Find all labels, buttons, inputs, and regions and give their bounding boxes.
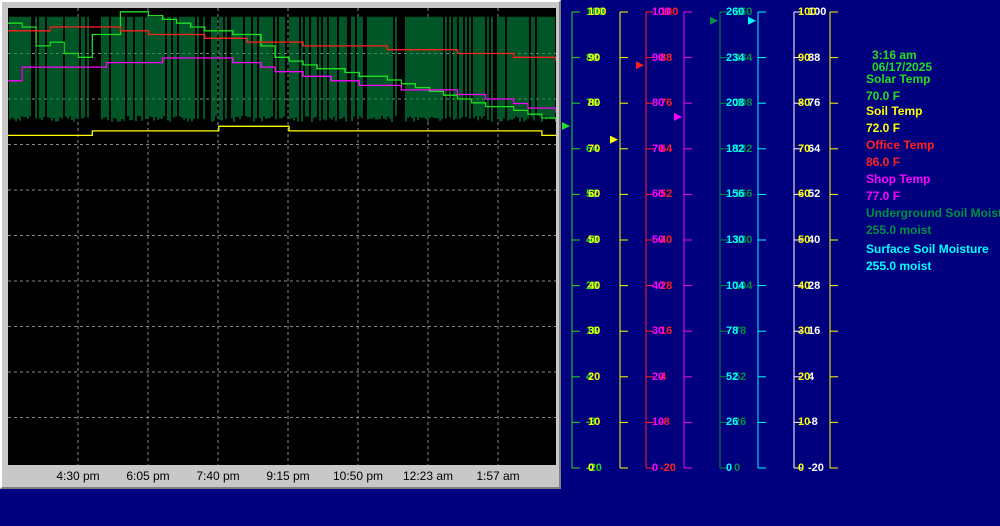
- y-tick-label: 30: [588, 325, 601, 338]
- readout-label: Underground Soil Moisture: [866, 206, 1000, 220]
- y-tick-label: 80: [652, 97, 665, 110]
- y-tick-label: 20: [798, 370, 811, 383]
- y-tick-label: 182: [726, 142, 745, 155]
- y-tick-label: 100: [588, 6, 607, 18]
- readout-label: Surface Soil Moisture: [866, 242, 989, 256]
- y-tick-label: -20: [660, 462, 676, 474]
- x-tick-label: 12:23 am: [402, 469, 454, 483]
- y-tick-label: 40: [652, 279, 665, 292]
- x-axis-labels: 4:30 pm 6:05 pm 7:40 pm 9:15 pm 10:50 pm 12:2…: [8, 465, 556, 487]
- y-tick-label: 260: [726, 6, 745, 18]
- y-tick-label: 60: [652, 188, 665, 201]
- y-tick-label: 0: [734, 462, 741, 474]
- y-tick-label: 78: [726, 325, 739, 338]
- y-tick-label: 52: [726, 370, 739, 383]
- y-tick-label: 0: [652, 462, 659, 474]
- current-value-marker: [562, 122, 570, 130]
- y-tick-label: 50: [588, 234, 601, 246]
- current-value-marker: [710, 16, 718, 25]
- chart-frame: 4:30 pm 6:05 pm 7:40 pm 9:15 pm 10:50 pm 12:2…: [0, 0, 561, 489]
- y-tick-label: 20: [588, 370, 601, 383]
- y-tick-label: 70: [588, 142, 601, 155]
- y-tick-label: 90: [652, 51, 665, 64]
- x-tick-label: 4:30 pm: [56, 469, 100, 483]
- y-tick-label: 100: [652, 6, 671, 18]
- y-tick-label: 0: [726, 462, 733, 474]
- readout-value: 72.0 F: [866, 121, 901, 135]
- y-tick-label: 90: [798, 51, 811, 64]
- readout-value: 255.0 moist: [866, 259, 932, 273]
- y-tick-label: 80: [588, 97, 601, 110]
- y-tick-label: -20: [808, 462, 824, 474]
- x-tick-label: 7:40 pm: [196, 469, 240, 483]
- plot-area: [8, 8, 556, 465]
- y-tick-label: 70: [798, 142, 811, 155]
- y-tick-label: 80: [798, 97, 811, 110]
- y-tick-label: 40: [588, 279, 601, 292]
- y-tick-label: 60: [588, 188, 601, 201]
- x-tick-label: 1:57 am: [476, 469, 520, 483]
- readout-label: Office Temp: [866, 138, 935, 152]
- y-tick-label: 60: [798, 188, 811, 201]
- y-tick-label: 130: [726, 234, 745, 246]
- y-tick-label: 30: [798, 325, 811, 338]
- y-tick-label: 30: [652, 325, 665, 338]
- y-tick-label: 90: [588, 51, 601, 64]
- x-tick-label: 6:05 pm: [126, 469, 170, 483]
- y-axes: 100 88 76 64 52 40 28 16 4 -8 -20 100 90 80 70 60 50 40 30…: [560, 0, 860, 490]
- current-value-marker: [610, 135, 618, 144]
- current-value-marker: [636, 61, 644, 70]
- y-tick-label: 10: [588, 416, 601, 429]
- readout-value: 255.0 moist: [866, 223, 932, 237]
- y-tick-label: 70: [652, 142, 665, 155]
- readout-value: 86.0 F: [866, 155, 901, 169]
- y-tick-label: 50: [652, 234, 665, 246]
- y-tick-label: 0: [588, 462, 595, 474]
- current-value-marker: [674, 112, 682, 121]
- y-tick-label: 100: [798, 6, 817, 18]
- readout-panel: 3:16 am 06/17/2025 Solar Temp 70.0 F Soil …: [862, 0, 1000, 300]
- x-tick-label: 9:15 pm: [266, 469, 310, 483]
- series-line: [8, 125, 556, 137]
- y-tick-label: 0: [798, 462, 805, 474]
- readout-label: Shop Temp: [866, 172, 931, 186]
- readout-label: Solar Temp: [866, 72, 931, 86]
- y-tick-label: 234: [726, 51, 745, 64]
- readout-label: Soil Temp: [866, 104, 923, 118]
- y-tick-label: 26: [726, 416, 739, 429]
- x-tick-label: 10:50 pm: [332, 469, 384, 483]
- y-tick-label: 104: [726, 279, 745, 292]
- y-tick-label: 10: [798, 416, 811, 429]
- readout-value: 77.0 F: [866, 189, 901, 203]
- y-tick-label: 50: [798, 234, 811, 246]
- y-tick-label: 156: [726, 188, 745, 201]
- y-tick-label: 40: [798, 279, 811, 292]
- readout-value: 70.0 F: [866, 89, 901, 103]
- plot-svg: [8, 8, 556, 465]
- y-tick-label: 20: [652, 370, 665, 383]
- y-tick-label: 208: [726, 97, 745, 110]
- y-tick-label: 10: [652, 416, 665, 429]
